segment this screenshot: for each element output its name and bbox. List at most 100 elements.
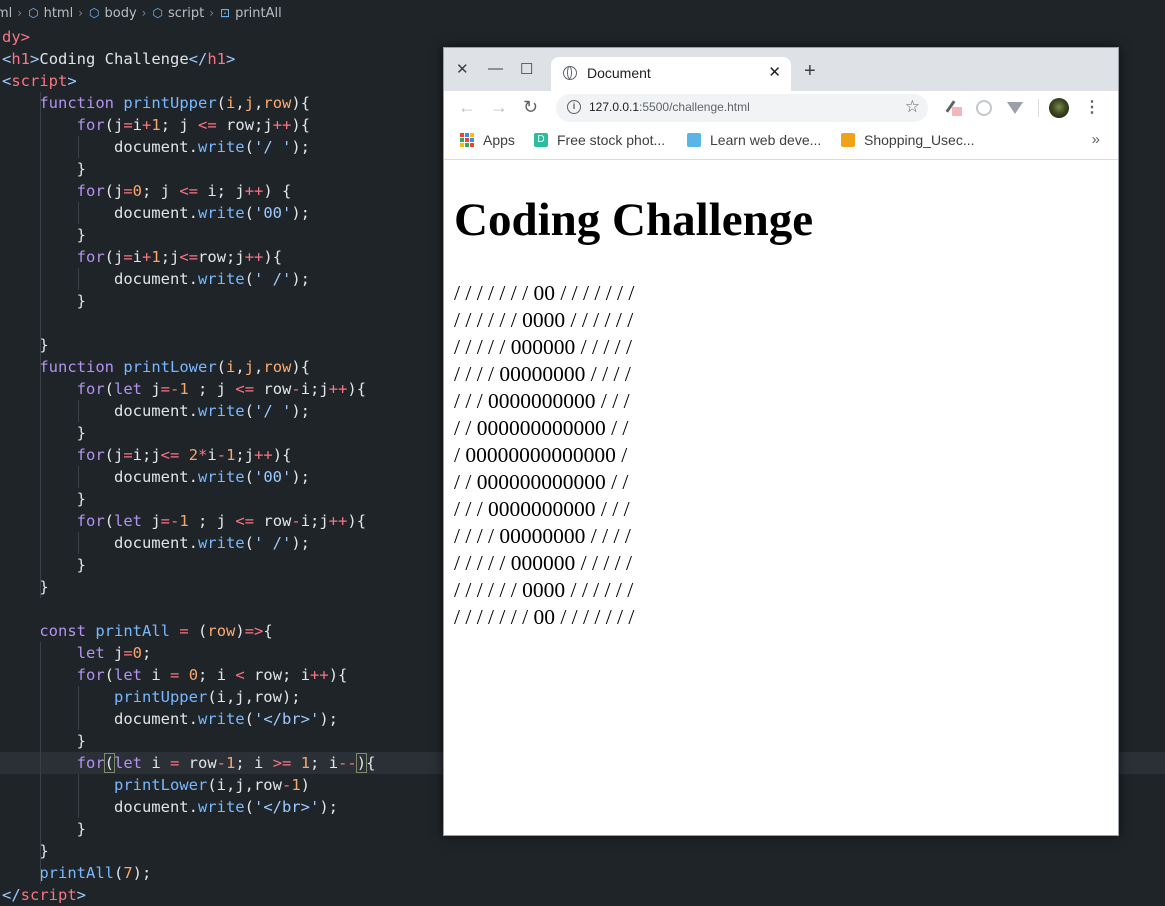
globe-icon: [563, 66, 577, 80]
breadcrumb-item-printall[interactable]: ⊡ printAll: [220, 6, 282, 21]
code-token: ,: [235, 94, 245, 112]
bookmark-free-stock[interactable]: D Free stock phot...: [534, 132, 665, 148]
code-token: ; i: [235, 754, 273, 772]
reload-icon[interactable]: ↻: [523, 97, 538, 118]
code-token: (: [104, 512, 114, 530]
code-token: ,: [254, 94, 264, 112]
code-line[interactable]: printAll(7);: [0, 862, 1165, 884]
tab-document[interactable]: Document ✕: [551, 57, 791, 91]
more-bookmarks-button[interactable]: »: [1092, 131, 1100, 148]
code-token: (: [244, 204, 254, 222]
breadcrumb-script-label: script: [167, 5, 205, 21]
back-arrow-icon[interactable]: ←: [458, 97, 476, 118]
code-token: ++: [244, 248, 264, 266]
bookmark-learn-web[interactable]: Learn web deve...: [687, 132, 821, 148]
close-window-icon[interactable]: ✕: [456, 60, 469, 78]
profile-avatar[interactable]: [1049, 98, 1069, 118]
code-token: }: [2, 578, 49, 596]
bookmark-apps[interactable]: Apps: [460, 132, 515, 148]
code-token: for: [76, 116, 105, 134]
breadcrumb-item-body[interactable]: ⬡ body: [89, 6, 137, 21]
code-token: (: [244, 798, 254, 816]
code-token: ){: [328, 666, 348, 684]
code-token: ){: [347, 380, 367, 398]
code-token: (: [188, 622, 208, 640]
code-token: write: [197, 468, 245, 486]
breadcrumb-item-script[interactable]: ⬡ script: [152, 6, 204, 21]
pattern-line: / / / / / 000000 / / / / /: [454, 551, 632, 575]
code-token: (j: [104, 248, 124, 266]
code-token: -: [216, 754, 227, 772]
code-token: ){: [291, 116, 311, 134]
pattern-line: / / / / / 000000 / / / / /: [454, 335, 632, 359]
code-token: (j: [104, 116, 124, 134]
code-token: ,: [254, 358, 264, 376]
code-token: document.: [2, 468, 198, 486]
code-token: function: [39, 358, 114, 376]
vue-devtools-icon[interactable]: [1007, 102, 1023, 114]
maximize-icon[interactable]: ☐: [520, 60, 533, 78]
code-token: write: [197, 204, 245, 222]
extension-icon[interactable]: [976, 100, 992, 116]
code-token: for: [76, 248, 105, 266]
code-token: i: [142, 754, 170, 772]
code-token: row;j: [198, 248, 245, 266]
code-token: (: [244, 468, 254, 486]
code-token: let: [76, 644, 105, 662]
close-tab-icon[interactable]: ✕: [768, 63, 781, 81]
code-token: }: [2, 820, 86, 838]
new-tab-button[interactable]: +: [804, 61, 816, 81]
breadcrumb-item-html[interactable]: ⬡ html: [28, 6, 73, 21]
code-token: ; j: [188, 512, 236, 530]
code-token: (j: [104, 446, 124, 464]
code-token: ;j: [235, 446, 255, 464]
bookmark-star-icon[interactable]: ☆: [905, 97, 920, 117]
address-bar[interactable]: i 127.0.0.1:5500/challenge.html ☆: [556, 94, 928, 122]
code-token: ; j: [142, 182, 180, 200]
code-token: row: [254, 512, 292, 530]
code-token: const: [39, 622, 86, 640]
code-line[interactable]: </script>: [0, 884, 1165, 906]
forward-arrow-icon[interactable]: →: [490, 97, 508, 118]
code-token: );: [291, 138, 310, 156]
code-token: write: [197, 138, 245, 156]
code-line[interactable]: }: [0, 840, 1165, 862]
info-icon[interactable]: i: [567, 100, 581, 114]
code-token: i: [132, 248, 143, 266]
code-token: '/ ': [253, 402, 292, 420]
bookmark-shopping[interactable]: Shopping_Usec...: [841, 132, 975, 148]
chevron-right-icon: ›: [209, 6, 214, 20]
code-token: (: [113, 864, 124, 882]
more-menu-icon[interactable]: ⋮: [1084, 97, 1100, 117]
code-line[interactable]: dy>: [0, 26, 1165, 48]
minimize-icon[interactable]: —: [488, 60, 503, 77]
url-text[interactable]: 127.0.0.1:5500/challenge.html: [589, 100, 750, 114]
indent-guide: [77, 400, 79, 422]
code-token: +: [142, 116, 152, 134]
code-token: <=: [235, 380, 255, 398]
breadcrumb-body-label: body: [104, 5, 137, 21]
code-token: write: [197, 270, 245, 288]
bookmark-learn-web-label: Learn web deve...: [710, 132, 822, 148]
code-token: ; i: [198, 666, 236, 684]
code-token: document.: [2, 402, 198, 420]
code-token: );: [291, 204, 310, 222]
code-token: ; j: [188, 380, 236, 398]
code-token: j: [142, 380, 161, 398]
code-token: (: [216, 94, 226, 112]
code-token: i;j: [132, 446, 161, 464]
breadcrumb: ml › ⬡ html › ⬡ body › ⬡ script › ⊡ printAll: [0, 0, 1165, 27]
code-token: 1: [151, 248, 161, 266]
code-token: row; i: [244, 666, 311, 684]
code-token: <=: [235, 512, 255, 530]
code-token: (: [244, 534, 254, 552]
code-token: >: [76, 886, 87, 904]
color-picker-extension-icon[interactable]: [945, 100, 962, 116]
code-token: document.: [2, 270, 198, 288]
breadcrumb-item-file[interactable]: ml: [0, 6, 12, 21]
code-token: for: [76, 182, 105, 200]
